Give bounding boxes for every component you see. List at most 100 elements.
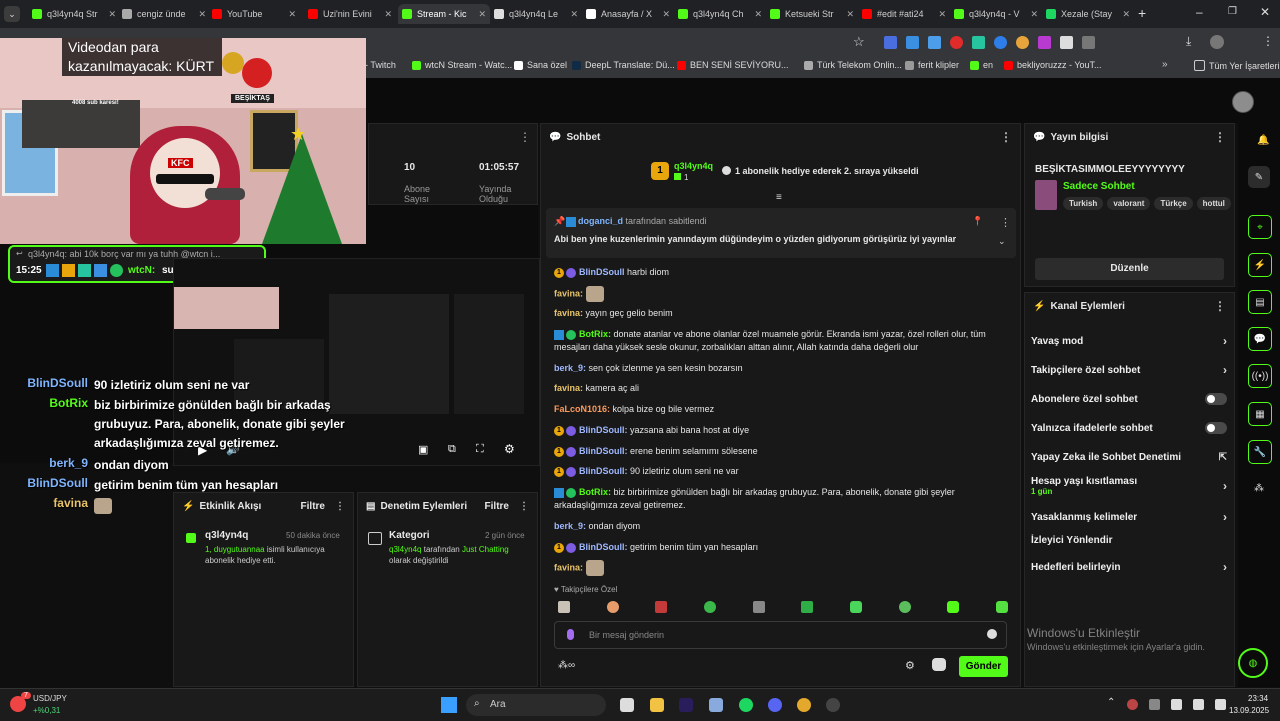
channel-action-item[interactable]: Hesap yaşı kısıtlaması 1 gün › [1031,476,1227,496]
browser-tab[interactable]: Ketsueki Str ✕ [766,4,858,24]
bookmark-item[interactable]: DeepL Translate: Dü... [572,60,675,70]
windows-start-icon[interactable] [441,697,457,713]
toggle-switch[interactable] [1205,393,1227,405]
activity-desc-user[interactable]: 1, duygutuannaa [205,545,265,554]
moderation-menu-icon[interactable]: ⋮ [519,501,529,512]
sidebar-chat-icon[interactable]: 💬 [1248,327,1272,351]
chat-message[interactable]: favina: [554,286,1004,302]
sidebar-broadcast-icon[interactable]: ((•)) [1248,364,1272,388]
fullscreen-icon[interactable]: ⛶ [476,443,484,456]
chat-username[interactable]: favina: [554,562,583,572]
chat-message[interactable]: 1 BlinDSoull: getirim benim tüm yan hesap… [554,541,1004,554]
chrome-icon[interactable] [797,698,811,712]
theater-icon[interactable]: ▣ [418,443,428,456]
chat-username[interactable]: BlinDSoull: [579,542,628,552]
sidebar-wrench-icon[interactable]: 🔧 [1248,440,1272,464]
download-icon[interactable]: ⤓ [1186,34,1191,49]
star-icon[interactable]: ☆ [853,34,865,50]
chat-message[interactable]: favina: yayın geç gelio benim [554,307,1004,320]
close-tab-icon[interactable]: ✕ [754,9,762,20]
emoji-icon[interactable] [987,629,997,639]
pinned-menu-icon[interactable]: ⋮ [1000,216,1011,229]
chat-username[interactable]: BlinDSoull: [579,466,628,476]
chat-username[interactable]: favina: [554,383,583,393]
chat-username[interactable]: BlinDSoull [579,267,625,277]
chat-message[interactable]: 1 BlinDSoull: yazsana abi bana host at di… [554,424,1004,437]
stream-category[interactable]: Sadece Sohbet [1063,181,1135,192]
chat-settings-icon[interactable]: ⚙ [905,659,915,672]
sidebar-bolt-icon[interactable]: ⚡ [1248,253,1272,277]
premiere-icon[interactable] [679,698,693,712]
chat-username[interactable]: favina: [554,288,583,298]
browser-tab[interactable]: q3l4yn4q Le ✕ [490,4,582,24]
browser-menu-icon[interactable]: ⋮ [1262,34,1274,48]
gifter-name[interactable]: q3l4yn4q [674,161,713,171]
activity-filter-button[interactable]: Filtre [301,501,325,512]
chat-message[interactable]: favina: [554,560,1004,576]
pip-icon[interactable]: ⧉ [448,443,456,456]
chat-bot-icon[interactable] [932,658,946,671]
channel-action-item[interactable]: Hedefleri belirleyin › [1031,560,1227,574]
new-tab-button[interactable]: + [1138,5,1146,21]
browser-tab[interactable]: YouTube ✕ [208,4,300,24]
minimize-icon[interactable]: – [1196,5,1203,19]
activity-menu-icon[interactable]: ⋮ [335,501,345,512]
chat-username[interactable]: berk_9: [554,521,586,531]
chat-message[interactable]: BotRix: donate atanlar ve abone olanlar … [554,328,1004,354]
chat-username[interactable]: FaLcoN1016: [554,404,610,414]
chat-username[interactable]: favina: [554,308,583,318]
chat-username[interactable]: BotRix: [579,487,611,497]
browser-tab[interactable]: Anasayfa / X ✕ [582,4,674,24]
channel-action-item[interactable]: Abonelere özel sohbet [1031,393,1227,405]
chat-input[interactable]: Bir mesaj gönderin [554,621,1007,649]
close-tab-icon[interactable]: ✕ [570,9,578,20]
settings-icon[interactable]: ⚙ [504,442,515,456]
close-tab-icon[interactable]: ✕ [938,9,946,20]
bookmark-item[interactable]: Türk Telekom Onlin... [804,60,902,70]
close-tab-icon[interactable]: ✕ [1122,9,1130,20]
tray-chevron-icon[interactable]: ⌃ [1107,697,1115,708]
activity-user[interactable]: q3l4yn4q [205,530,248,541]
close-tab-icon[interactable]: ✕ [384,9,392,20]
browser-tab[interactable]: Stream - Kic ✕ [398,4,490,24]
stream-tag[interactable]: Türkçe [1154,197,1193,210]
browser-tab[interactable]: Uzi'nin Evini ✕ [304,4,396,24]
edit-button[interactable]: Düzenle [1035,258,1224,280]
close-tab-icon[interactable]: ✕ [198,9,206,20]
discord-icon[interactable] [768,698,782,712]
stream-tag[interactable]: Turkish [1063,197,1104,210]
stream-tag[interactable]: hottul [1196,197,1231,210]
spotify-icon[interactable] [739,698,753,712]
bookmark-item[interactable]: BEN SENİ SEVİYORU... [677,60,789,70]
chat-username[interactable]: berk_9: [554,363,586,373]
kick-emote-icon[interactable]: ⁂∞ [558,660,575,671]
close-tab-icon[interactable]: ✕ [108,9,116,20]
sidebar-connection-icon[interactable]: ◍ [1238,648,1268,678]
sidebar-layout-icon[interactable]: ▦ [1248,402,1272,426]
chat-username[interactable]: BotRix: [579,329,611,339]
emote-bar[interactable] [558,601,1008,613]
notification-bell-icon[interactable]: 🔔 [1257,135,1269,146]
bookmark-item[interactable]: wtcN Stream - Watc... [412,60,512,70]
browser-tab[interactable]: q3l4yn4q - V ✕ [950,4,1042,24]
pinned-expand-icon[interactable]: ⌄ [998,236,1006,247]
close-tab-icon[interactable]: ✕ [846,9,854,20]
moderation-filter-button[interactable]: Filtre [485,501,509,512]
send-button[interactable]: Gönder [959,656,1008,677]
bookmarks-overflow-icon[interactable]: » [1162,59,1168,70]
pinned-by-user[interactable]: doganci_d [578,216,623,226]
browser-tab[interactable]: q3l4yn4q Ch ✕ [674,4,766,24]
bookmark-item[interactable]: en [970,60,993,70]
tab-search-button[interactable]: ⌄ [4,6,20,22]
close-tab-icon[interactable]: ✕ [478,9,486,20]
user-avatar[interactable] [1232,91,1254,113]
chat-username[interactable]: BlinDSoull: [579,446,628,456]
all-bookmarks[interactable]: Tüm Yer İşaretleri [1194,60,1280,71]
taskview-icon[interactable] [620,698,634,712]
bookmark-item[interactable]: ferit klipler [905,60,959,70]
sidebar-edit-icon[interactable]: ✎ [1248,166,1270,188]
chat-message[interactable]: berk_9: ondan diyom [554,520,1004,533]
chat-username[interactable]: BlinDSoull: [579,425,628,435]
file-explorer-icon[interactable] [650,698,664,712]
stream-info-menu-icon[interactable]: ⋮ [1214,130,1226,144]
